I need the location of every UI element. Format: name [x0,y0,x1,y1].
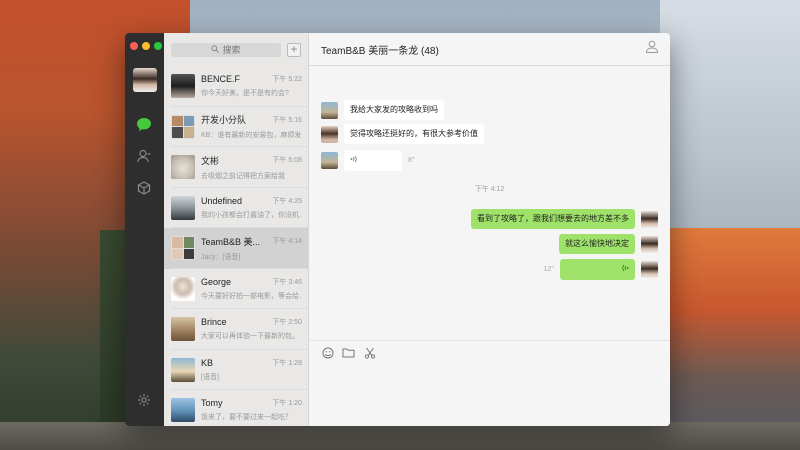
conversation-name: KB [201,357,214,368]
conversation-name: 开发小分队 [201,115,247,126]
conversation-name: Tomy [201,398,223,409]
input-area[interactable] [309,340,670,426]
message-incoming: 觉得攻略还挺好的，有很大参考价值 [321,124,484,144]
message-outgoing: 就这么愉快地决定 [559,234,658,254]
conversation-item-selected[interactable]: TeamB&B 美... 下午 4:14 Jacy：[语音] [164,228,308,269]
chat-panel: TeamB&B 美丽一条龙 (48) 我给大家发的攻略收到吗 觉得攻略还挺好的，… [309,33,670,426]
voice-message-bubble[interactable] [344,150,402,171]
search-icon [211,44,220,55]
conversation-time: 下午 3:46 [272,278,302,286]
avatar [171,276,195,301]
sender-avatar[interactable] [321,101,338,119]
conversation-item[interactable]: George 下午 3:46 今天要好好拍一部电影，等会给... [164,269,308,310]
message-incoming-voice: 8'' [321,150,415,171]
chat-icon[interactable] [135,115,153,133]
emoji-icon[interactable] [321,346,334,359]
nav-sidebar [125,33,164,426]
conversation-preview: Jacy：[语音] [201,253,241,261]
message-incoming: 我给大家发的攻略收到吗 [321,100,444,120]
conversation-name: BENCE.F [201,74,241,85]
conversation-time: 下午 5:08 [272,157,302,165]
conversation-preview: 去吸烟之前记得把方案给我 [201,172,285,180]
conversation-item[interactable]: KB 下午 1:28 [语音] [164,350,308,391]
search-input[interactable]: 搜索 [171,42,281,57]
wallpaper-sky [660,0,800,240]
message-outgoing: 看到了攻略了，跟我们想要去的地方差不多 [471,209,658,229]
voice-duration: 8'' [408,157,415,164]
avatar [171,155,195,180]
message-outgoing-voice: 12'' [544,259,658,280]
add-chat-button[interactable]: + [287,42,301,57]
voice-message-bubble[interactable] [560,259,635,280]
conversation-item[interactable]: 开发小分队 下午 5:16 KB：谁有最新的安装包，麻烦发... [164,107,308,148]
avatar [171,357,195,382]
settings-icon[interactable] [135,391,153,409]
avatar [171,195,195,220]
message-bubble[interactable]: 看到了攻略了，跟我们想要去的地方差不多 [471,209,635,229]
minimize-window-button[interactable] [142,42,150,50]
conversation-name: 文彬 [201,155,220,166]
conversation-preview: 今天要好好拍一部电影，等会给... [201,292,302,300]
conversation-preview: 饭来了，要不要过来一起吃？ [201,414,292,422]
scissors-icon[interactable] [363,346,376,359]
conversation-time: 下午 5:22 [272,76,302,84]
search-row: 搜索 + [164,33,308,66]
voice-duration: 12'' [543,266,554,273]
conversation-item[interactable]: Brince 下午 2:50 大家可以再体验一下最新的包。 [164,309,308,350]
conversation-item[interactable]: BENCE.F 下午 5:22 你今天好美，是不是有约会? [164,66,308,107]
conversation-time: 下午 4:14 [272,238,302,246]
conversation-preview: 大家可以再体验一下最新的包。 [201,333,299,341]
conversation-time: 下午 1:28 [272,359,302,367]
wallpaper-cliff-right [660,228,800,450]
chat-title: TeamB&B 美丽一条龙 (48) [321,45,439,57]
my-avatar-small[interactable] [641,261,658,278]
conversation-name: George [201,276,232,287]
conversation-list: 搜索 + BENCE.F 下午 5:22 你今天好美，是不是有约会? 开发小分队 [164,33,309,426]
message-bubble[interactable]: 觉得攻略还挺好的，有很大参考价值 [344,124,484,144]
conversation-time: 下午 4:25 [272,197,302,205]
wallpaper-ground [0,422,800,450]
conversation-name: TeamB&B 美... [201,236,261,247]
conversation-name: Undefined [201,195,243,206]
conversation-preview: 你今天好美，是不是有约会? [201,90,289,98]
conversation-time: 下午 5:16 [272,116,302,124]
favorites-icon[interactable] [135,179,153,197]
chat-header: TeamB&B 美丽一条龙 (48) [309,33,670,66]
conversation-item[interactable]: Undefined 下午 4:25 我的小孩都会打酱油了，你没机... [164,188,308,229]
folder-icon[interactable] [342,346,355,359]
message-area: 我给大家发的攻略收到吗 觉得攻略还挺好的，有很大参考价值 8'' 下午 4:12… [309,66,670,340]
sender-avatar[interactable] [321,152,338,169]
input-toolbar [309,341,670,364]
zoom-window-button[interactable] [154,42,162,50]
contacts-icon[interactable] [135,147,153,165]
message-bubble[interactable]: 就这么愉快地决定 [559,234,635,254]
time-separator: 下午 4:12 [474,186,505,193]
avatar [171,74,195,99]
conversation-preview: 我的小孩都会打酱油了，你没机... [201,211,302,219]
close-window-button[interactable] [130,42,138,50]
avatar [171,317,195,342]
voice-icon [350,155,358,165]
search-placeholder: 搜索 [222,45,241,55]
conversation-item[interactable]: 文彬 下午 5:08 去吸烟之前记得把方案给我 [164,147,308,188]
conversation-preview: KB：谁有最新的安装包，麻烦发... [201,132,302,140]
group-members-icon[interactable] [645,40,659,58]
my-avatar-small[interactable] [641,235,658,253]
avatar [171,398,195,423]
conversation-time: 下午 1:20 [272,400,302,408]
my-avatar[interactable] [133,68,157,92]
wechat-window: 搜索 + BENCE.F 下午 5:22 你今天好美，是不是有约会? 开发小分队 [125,33,670,426]
conversation-item[interactable]: Tomy 下午 1:20 饭来了，要不要过来一起吃？ [164,390,308,426]
my-avatar-small[interactable] [641,210,658,228]
sender-avatar[interactable] [321,125,338,143]
voice-icon [621,264,629,274]
group-avatar [171,236,195,261]
message-bubble[interactable]: 我给大家发的攻略收到吗 [344,100,444,120]
conversation-preview: [语音] [201,373,219,381]
conversation-name: Brince [201,317,227,328]
group-avatar [171,114,195,139]
window-controls [130,42,162,50]
conversation-time: 下午 2:50 [272,319,302,327]
